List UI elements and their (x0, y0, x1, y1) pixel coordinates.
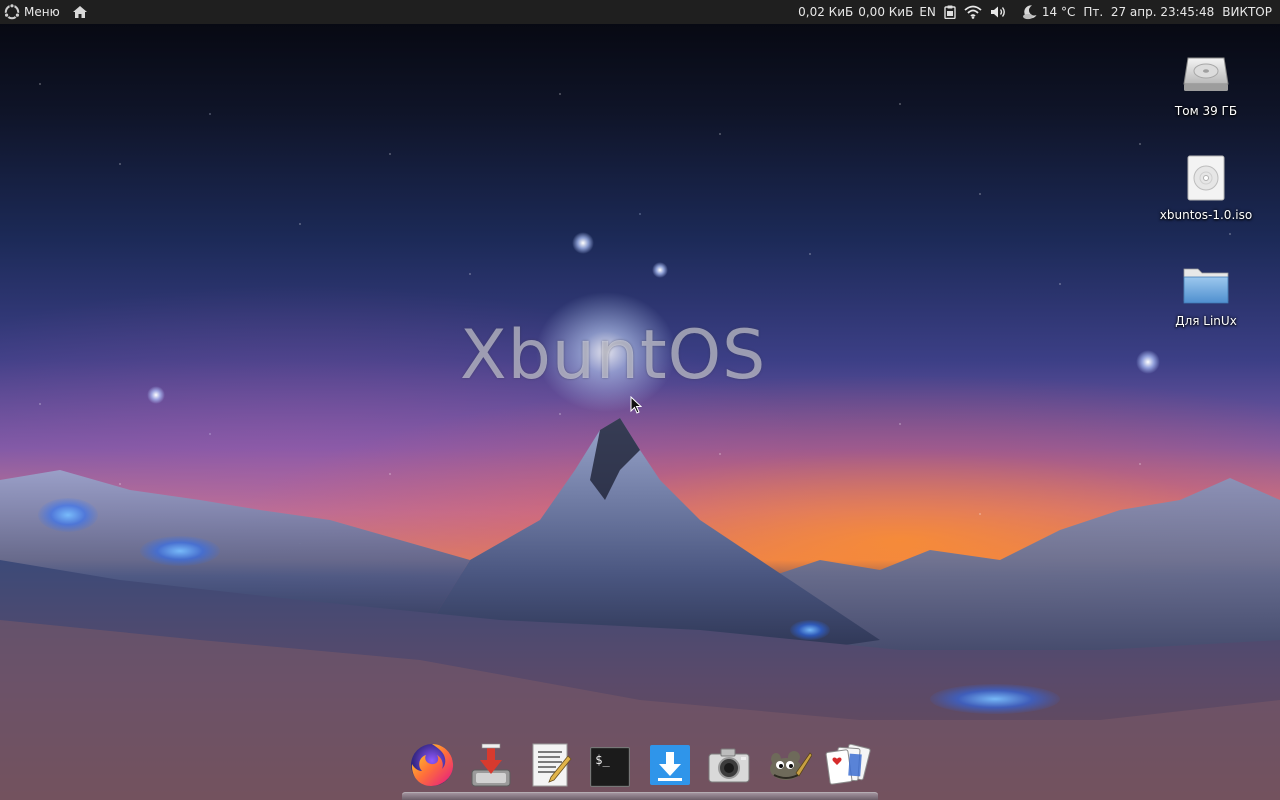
weather-temperature: 14 °C (1041, 5, 1076, 19)
desktop-icon-label: xbuntos-1.0.iso (1159, 208, 1253, 222)
menu-label: Меню (24, 5, 60, 19)
mouse-cursor (630, 395, 643, 418)
net-up-speed: 0,00 КиБ (858, 5, 914, 19)
ubuntu-logo-icon (3, 3, 21, 21)
netspeed-monitor[interactable]: 0,02 КиБ 0,00 КиБ (794, 0, 915, 24)
network-indicator[interactable] (960, 0, 986, 24)
dock-item-screenshot[interactable] (704, 742, 754, 792)
firefox-icon (409, 742, 455, 792)
desktop-icon-folder[interactable]: Для LinUx (1156, 260, 1256, 328)
clipboard-icon (944, 5, 956, 19)
wifi-icon (964, 5, 982, 19)
weather-indicator[interactable]: 14 °C (1012, 0, 1079, 24)
wallpaper-light (38, 498, 98, 532)
clock[interactable]: Пт. 27 апр. 23:45:48 (1079, 0, 1218, 24)
sound-indicator[interactable] (986, 0, 1012, 24)
desktop[interactable]: XbuntOS Меню 0,02 КиБ 0,00 КиБ EN 14 °C … (0, 0, 1280, 800)
user-menu[interactable]: ВИКТОР (1218, 0, 1276, 24)
install-icon (468, 742, 514, 792)
volume-icon (990, 5, 1008, 19)
wallpaper-light (790, 620, 830, 640)
keyboard-layout-indicator[interactable]: EN (915, 0, 940, 24)
terminal-icon: $_ (590, 747, 631, 787)
menu-button[interactable]: Меню (0, 0, 64, 24)
net-down-speed: 0,02 КиБ (798, 5, 854, 19)
weather-night-icon (1022, 4, 1038, 20)
desktop-icon-iso-file[interactable]: xbuntos-1.0.iso (1156, 154, 1256, 222)
desktop-icon-label: Том 39 ГБ (1174, 104, 1238, 118)
dock: $_ (402, 740, 878, 794)
home-launcher[interactable] (64, 0, 92, 24)
disc-image-icon (1182, 154, 1230, 202)
camera-icon (707, 746, 751, 788)
gimp-icon (766, 745, 813, 789)
dock-item-terminal[interactable]: $_ (585, 742, 635, 792)
folder-icon (1182, 260, 1230, 308)
cards-icon (825, 743, 871, 790)
dock-item-gimp[interactable] (764, 742, 814, 792)
desktop-icon-label: Для LinUx (1175, 314, 1237, 328)
text-editor-icon (530, 742, 572, 792)
dock-item-solitaire[interactable] (823, 742, 873, 792)
home-icon (72, 5, 88, 19)
wallpaper-light (140, 536, 220, 566)
dock-item-firefox[interactable] (407, 742, 457, 792)
top-panel: Меню 0,02 КиБ 0,00 КиБ EN 14 °C Пт. 27 а… (0, 0, 1280, 24)
dock-item-downloader[interactable] (645, 742, 695, 792)
download-icon (649, 744, 691, 790)
desktop-icon-volume[interactable]: Том 39 ГБ (1156, 50, 1256, 118)
drive-icon (1182, 50, 1230, 98)
clipboard-indicator[interactable] (940, 0, 960, 24)
dock-item-text-editor[interactable] (526, 742, 576, 792)
wallpaper-light (930, 684, 1060, 714)
terminal-prompt: $_ (595, 753, 610, 767)
wallpaper-logo-text: XbuntOS (460, 316, 767, 395)
dock-item-installer[interactable] (466, 742, 516, 792)
